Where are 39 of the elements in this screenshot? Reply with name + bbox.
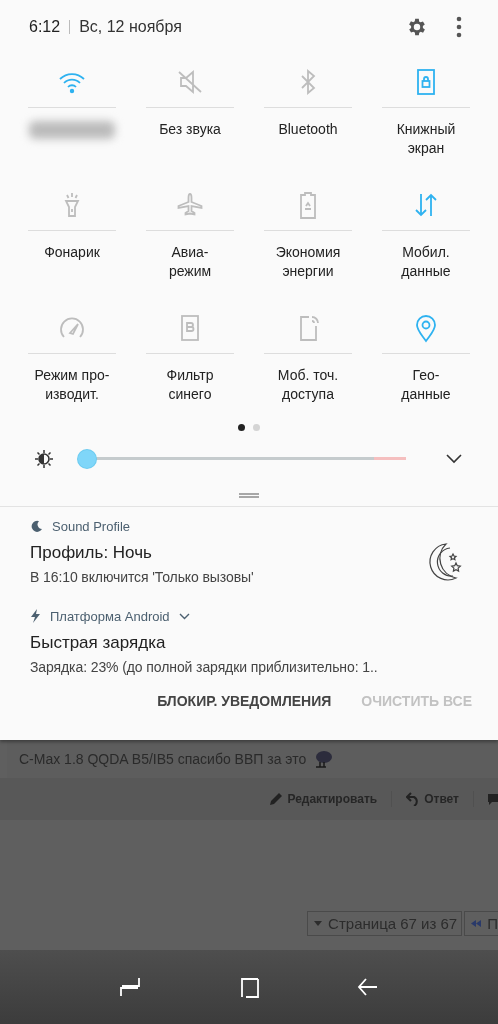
double-arrow-left-icon [471,920,482,927]
clock: 6:12 [29,18,61,36]
settings-icon[interactable] [406,16,428,38]
action-button[interactable]: БЛОКИР. УВЕДОМЛЕНИЯ [157,693,332,709]
tile-label: Авиа- режим [168,243,212,281]
date: Вс, 12 ноября [79,18,182,36]
back-icon[interactable] [357,976,380,998]
lightning-icon [30,609,41,623]
brightness-icon [34,449,54,469]
recent-apps-icon[interactable] [118,976,141,998]
tile-label: Книжный экран [396,120,456,158]
reply-arrow-icon[interactable] [406,792,421,806]
tile-label: Фонарик [44,243,100,262]
notification-text: Зарядка: 23% (до полной зарядки приблизительно: 1.. [30,659,379,675]
chevron-down-icon[interactable] [178,612,190,620]
home-icon[interactable] [238,976,260,998]
app-name: Sound Profile [52,518,131,534]
more-options-icon[interactable] [456,16,462,38]
app-name: Платформа Android [50,608,170,624]
tile-label: Мобил. данные [401,243,451,281]
notification-title: Быстрая зарядка [30,633,167,653]
tile-label: Экономия энергии [275,243,341,281]
notification-text: В 16:10 включится 'Только вызовы' [30,569,255,585]
brightness-slider[interactable] [78,450,406,468]
tile-label: Гео- данные [401,366,451,404]
notification-title: Профиль: Ночь [30,543,153,563]
drag-handle-icon[interactable] [239,492,259,498]
page-dot[interactable] [253,423,260,431]
page-dot[interactable] [238,423,245,431]
tile-label: Режим про- изводит. [34,366,110,404]
tile-label: Фильтр синего [166,366,214,404]
moon-icon [30,519,43,533]
pencil-icon[interactable] [269,792,284,806]
quote-icon[interactable] [488,792,498,806]
slider-thumb[interactable] [78,450,96,468]
tile-label: Bluetooth [278,120,338,139]
chevron-down-icon[interactable] [446,454,462,464]
tile-label: Без звука [159,120,221,139]
tile-label: Моб. точ. доступа [277,366,339,404]
